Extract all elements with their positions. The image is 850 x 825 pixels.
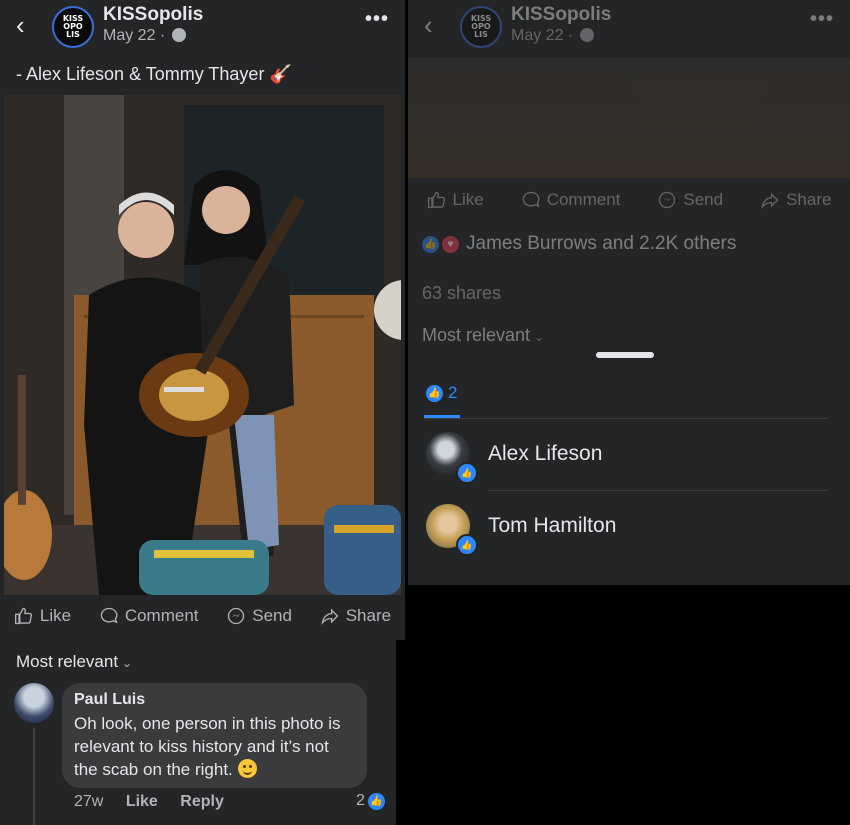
sheet-drag-handle[interactable] <box>596 352 654 358</box>
send-button[interactable]: Send <box>657 190 723 210</box>
reactor-name[interactable]: Alex Lifeson <box>488 442 602 466</box>
like-button[interactable]: Like <box>427 190 484 210</box>
messenger-icon <box>228 607 245 625</box>
chevron-down-icon: ⌄ <box>122 656 133 670</box>
globe-icon <box>171 28 186 42</box>
avatar[interactable] <box>14 683 54 723</box>
post-header: ‹ KISS OPO LIS KISSopolis May 22 · ••• <box>408 0 850 56</box>
comment-text: Oh look, one person in this photo is rel… <box>74 714 341 779</box>
share-button[interactable]: Share <box>320 606 391 626</box>
post-header: ‹ KISS OPO LIS KISSopolis May 22 · ••• <box>0 0 405 56</box>
divider <box>488 490 827 491</box>
comment-reaction-count[interactable]: 2 👍 <box>356 792 385 810</box>
comment-bubble[interactable]: Paul Luis Oh look, one person in this ph… <box>62 683 367 788</box>
page-name[interactable]: KISSopolis <box>103 4 203 26</box>
thumbs-up-icon <box>427 191 445 209</box>
comment-meta: 27w Like Reply <box>74 793 224 811</box>
comment-like-button[interactable]: Like <box>126 793 158 810</box>
reactions-summary[interactable]: 👍 ♥ James Burrows and 2.2K others <box>422 233 736 255</box>
chevron-down-icon: ⌄ <box>534 330 545 344</box>
messenger-icon <box>659 191 676 209</box>
shares-count[interactable]: 63 shares <box>422 283 501 304</box>
comments-filter[interactable]: Most relevant ⌄ <box>422 325 544 346</box>
comment-icon <box>522 191 540 208</box>
more-options-icon[interactable]: ••• <box>365 8 389 31</box>
like-badge-icon: 👍 <box>456 462 478 484</box>
like-reaction-icon: 👍 <box>426 384 443 402</box>
share-icon <box>321 608 339 625</box>
like-button[interactable]: Like <box>14 606 71 626</box>
back-icon[interactable]: ‹ <box>424 10 433 41</box>
like-badge-icon: 👍 <box>456 534 478 556</box>
post-actions: Like Comment Send Share <box>408 180 850 220</box>
comment-button[interactable]: Comment <box>521 190 620 210</box>
post-actions: Like Comment Send Share <box>0 596 405 636</box>
comments-filter[interactable]: Most relevant ⌄ <box>16 652 132 672</box>
back-icon[interactable]: ‹ <box>16 10 25 41</box>
post-photo[interactable] <box>408 58 850 178</box>
page-name[interactable]: KISSopolis <box>511 4 611 26</box>
post-panel: ‹ KISS OPO LIS KISSopolis May 22 · ••• - A… <box>0 0 405 640</box>
comments-section: Most relevant ⌄ Paul Luis Oh look, one pe… <box>0 640 396 825</box>
reactions-panel: ‹ KISS OPO LIS KISSopolis May 22 · ••• Lik… <box>408 0 850 585</box>
send-button[interactable]: Send <box>226 606 292 626</box>
reactor-name[interactable]: Tom Hamilton <box>488 514 616 538</box>
post-caption: - Alex Lifeson & Tommy Thayer 🎸 <box>16 64 292 84</box>
comment-button[interactable]: Comment <box>99 606 199 626</box>
reactions-sheet: 👍 2 👍 Alex Lifeson 👍 Tom Hamilton <box>408 369 843 585</box>
page-avatar[interactable]: KISS OPO LIS <box>460 6 502 48</box>
comment-time: 27w <box>74 793 104 810</box>
share-icon <box>761 192 779 209</box>
smile-emoji-icon <box>237 759 257 778</box>
comment-reply-button[interactable]: Reply <box>180 793 224 810</box>
thumbs-up-icon <box>14 607 32 625</box>
reactor-row[interactable]: 👍 Tom Hamilton <box>426 504 827 556</box>
like-reaction-icon: 👍 <box>367 792 385 810</box>
love-reaction-icon: ♥ <box>441 234 460 254</box>
post-date: May 22 · <box>103 27 186 45</box>
page-avatar[interactable]: KISS OPO LIS <box>52 6 94 48</box>
comment-icon <box>100 607 118 624</box>
divider <box>424 418 827 419</box>
tab-likes[interactable]: 👍 2 <box>426 383 457 403</box>
reactor-row[interactable]: 👍 Alex Lifeson <box>426 432 827 484</box>
post-photo[interactable] <box>4 95 401 595</box>
thread-line <box>33 728 35 825</box>
comment-author[interactable]: Paul Luis <box>74 691 355 709</box>
share-button[interactable]: Share <box>760 190 831 210</box>
like-reaction-icon: 👍 <box>422 235 439 253</box>
more-options-icon[interactable]: ••• <box>810 8 834 31</box>
globe-icon <box>579 28 594 42</box>
post-date: May 22 · <box>511 27 594 45</box>
